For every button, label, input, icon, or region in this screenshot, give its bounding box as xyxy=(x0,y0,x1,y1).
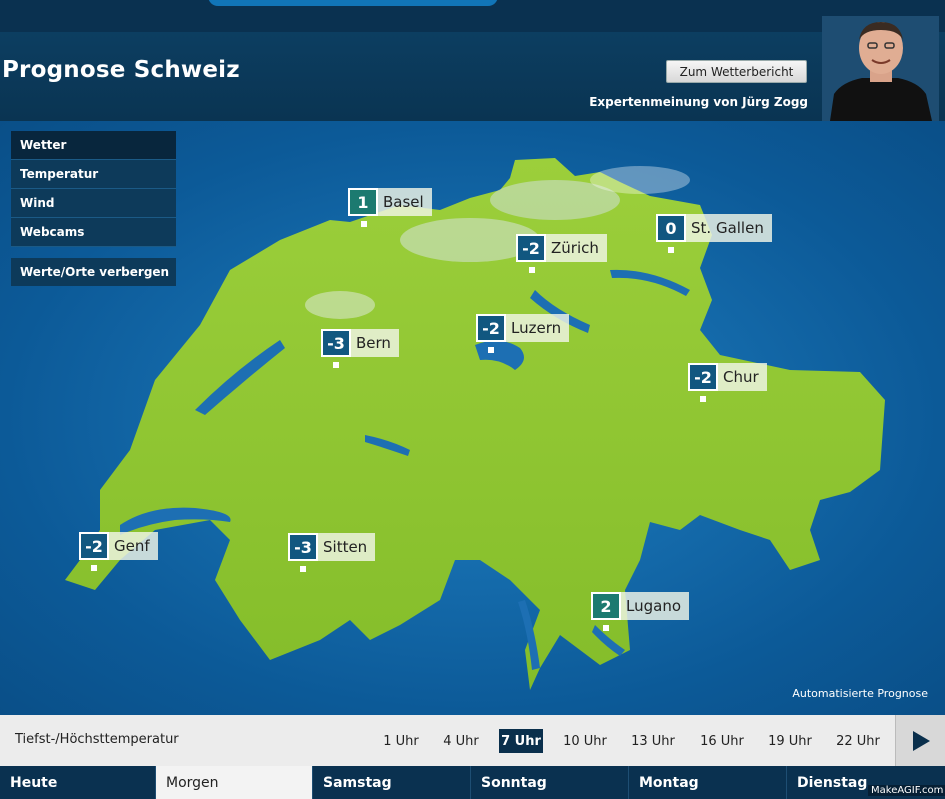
layer-menu: Wetter Temperatur Wind Webcams xyxy=(11,131,176,247)
city-name: Sitten xyxy=(318,533,376,561)
weather-report-button[interactable]: Zum Wetterbericht xyxy=(666,60,807,83)
location-dot xyxy=(300,566,306,572)
location-dot xyxy=(668,247,674,253)
time-option-22[interactable]: 22 Uhr xyxy=(832,729,884,753)
location-dot xyxy=(91,565,97,571)
watermark: MakeAGIF.com xyxy=(868,785,945,796)
automated-forecast-note: Automatisierte Prognose xyxy=(792,687,928,700)
location-dot xyxy=(603,625,609,631)
menu-item-webcams[interactable]: Webcams xyxy=(11,218,176,247)
temperature-badge: -2 xyxy=(79,532,109,560)
city-name: Bern xyxy=(351,329,399,357)
city-lugano[interactable]: 2 Lugano xyxy=(591,592,689,620)
city-name: Zürich xyxy=(546,234,607,262)
temperature-badge: -2 xyxy=(516,234,546,262)
city-name: St. Gallen xyxy=(686,214,772,242)
city-name: Luzern xyxy=(506,314,570,342)
city-bern[interactable]: -3 Bern xyxy=(321,329,399,357)
menu-item-wetter[interactable]: Wetter xyxy=(11,131,176,160)
expert-caption: Expertenmeinung von Jürg Zogg xyxy=(589,95,808,109)
location-dot xyxy=(361,221,367,227)
tab-heute[interactable]: Heute xyxy=(0,766,156,799)
time-option-13[interactable]: 13 Uhr xyxy=(627,729,679,753)
location-dot xyxy=(529,267,535,273)
time-option-16[interactable]: 16 Uhr xyxy=(696,729,748,753)
time-option-19[interactable]: 19 Uhr xyxy=(764,729,816,753)
time-option-7[interactable]: 7 Uhr xyxy=(499,729,543,753)
time-option-10[interactable]: 10 Uhr xyxy=(559,729,611,753)
city-name: Basel xyxy=(378,188,432,216)
tab-samstag[interactable]: Samstag xyxy=(313,766,471,799)
temperature-badge: -2 xyxy=(476,314,506,342)
city-name: Lugano xyxy=(621,592,689,620)
city-name: Chur xyxy=(718,363,767,391)
city-st-gallen[interactable]: 0 St. Gallen xyxy=(656,214,772,242)
temperature-badge: -2 xyxy=(688,363,718,391)
location-dot xyxy=(488,347,494,353)
tab-morgen[interactable]: Morgen xyxy=(156,766,313,799)
hide-values-button[interactable]: Werte/Orte verbergen xyxy=(11,258,176,286)
time-bar-label: Tiefst-/Höchsttemperatur xyxy=(15,732,179,747)
temperature-badge: 1 xyxy=(348,188,378,216)
play-icon xyxy=(912,730,930,751)
temperature-badge: 2 xyxy=(591,592,621,620)
tab-montag[interactable]: Montag xyxy=(629,766,787,799)
location-dot xyxy=(333,362,339,368)
city-genf[interactable]: -2 Genf xyxy=(79,532,158,560)
city-basel[interactable]: 1 Basel xyxy=(348,188,432,216)
city-chur[interactable]: -2 Chur xyxy=(688,363,767,391)
avatar xyxy=(822,16,939,121)
temperature-badge: 0 xyxy=(656,214,686,242)
menu-item-wind[interactable]: Wind xyxy=(11,189,176,218)
time-option-1[interactable]: 1 Uhr xyxy=(378,729,424,753)
temperature-badge: -3 xyxy=(321,329,351,357)
page-title: Prognose Schweiz xyxy=(2,57,240,83)
temperature-badge: -3 xyxy=(288,533,318,561)
location-dot xyxy=(700,396,706,402)
city-name: Genf xyxy=(109,532,158,560)
menu-item-temperatur[interactable]: Temperatur xyxy=(11,160,176,189)
city-sitten[interactable]: -3 Sitten xyxy=(288,533,376,561)
city-luzern[interactable]: -2 Luzern xyxy=(476,314,570,342)
tab-sonntag[interactable]: Sonntag xyxy=(471,766,629,799)
time-option-4[interactable]: 4 Uhr xyxy=(438,729,484,753)
play-button[interactable] xyxy=(895,715,945,766)
top-nav-pill[interactable] xyxy=(208,0,498,6)
city-zurich[interactable]: -2 Zürich xyxy=(516,234,607,262)
